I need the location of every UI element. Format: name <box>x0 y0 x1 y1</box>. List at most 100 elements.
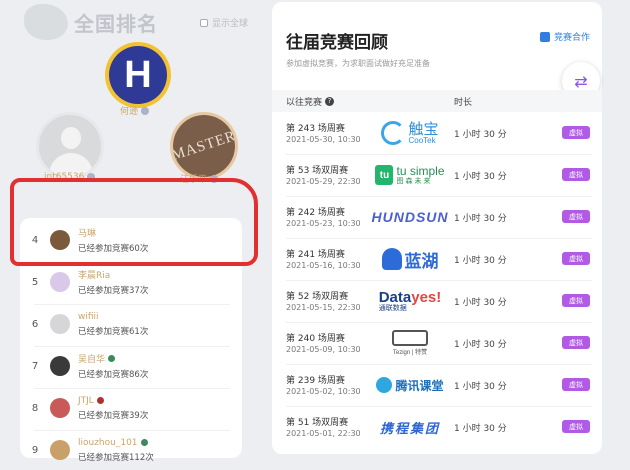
contest-date: 2021-05-02, 10:30 <box>286 387 361 396</box>
table-row[interactable]: 第 52 场双周赛 2021-05-15, 22:30 Datayes! 通联数据… <box>272 280 602 322</box>
rank-name[interactable]: JTJL <box>78 396 148 406</box>
sponsor-logo-tezign: Tezign | 特赞 <box>372 328 448 358</box>
table-row[interactable]: 第 51 场双周赛 2021-05-01, 22:30 携程集团 1 小时 30… <box>272 406 602 448</box>
contest-duration: 1 小时 30 分 <box>454 382 507 392</box>
sponsor-logo-ctrip: 携程集团 <box>379 420 440 436</box>
default-avatar-head <box>61 127 81 149</box>
avatar[interactable] <box>50 272 70 292</box>
avatar[interactable] <box>50 356 70 376</box>
contest-coop-link[interactable]: 竞赛合作 <box>539 30 590 43</box>
rank-subtitle: 已经参加竞赛86次 <box>78 370 149 380</box>
rank-subtitle: 已经参加竞赛39次 <box>78 410 149 421</box>
rank-name[interactable]: 李晨Ria <box>78 268 148 281</box>
avatar[interactable] <box>50 440 70 460</box>
contest-duration: 1 小时 30 分 <box>454 172 507 182</box>
table-row[interactable]: 第 242 场周赛 2021-05-23, 10:30 HUNDSUN 1 小时… <box>272 196 602 238</box>
virtual-badge[interactable]: 虚拟 <box>562 126 590 139</box>
list-item[interactable]: 8 JTJL 已经参加竞赛39次 <box>20 388 242 428</box>
table-row[interactable]: 第 240 场周赛 2021-05-09, 10:30 Tezign | 特赞 … <box>272 322 602 364</box>
podium-name-2[interactable]: int65536 <box>44 172 96 182</box>
contest-name[interactable]: 第 243 场周赛 <box>286 121 345 134</box>
contest-duration: 1 小时 30 分 <box>454 340 507 350</box>
table-row[interactable]: 第 53 场双周赛 2021-05-29, 22:30 tu tu simple 图… <box>272 154 602 196</box>
contest-duration: 1 小时 30 分 <box>454 130 507 140</box>
shuffle-icon: ⇄ <box>574 71 588 91</box>
contest-history-panel: 往届竞赛回顾 参加虚拟竞赛，为求职面试做好充足准备 竞赛合作 ⇄ 以往竞赛 ? … <box>272 2 602 454</box>
contest-name[interactable]: 第 241 场周赛 <box>286 247 345 260</box>
avatar[interactable] <box>50 398 70 418</box>
handshake-icon <box>539 31 550 42</box>
contest-duration: 1 小时 30 分 <box>454 298 507 308</box>
virtual-badge[interactable]: 虚拟 <box>562 336 590 349</box>
table-row[interactable]: 第 239 场周赛 2021-05-02, 10:30 腾讯课堂 1 小时 30… <box>272 364 602 406</box>
avatar[interactable] <box>50 230 70 250</box>
show-global-label: 显示全球 <box>212 19 249 29</box>
level-badge-icon <box>87 173 96 181</box>
rank-name[interactable]: 马琳 <box>78 226 148 239</box>
virtual-badge[interactable]: 虚拟 <box>562 420 590 433</box>
coop-label: 竞赛合作 <box>553 33 590 43</box>
contest-name[interactable]: 第 242 场周赛 <box>286 205 345 218</box>
column-header-contest: 以往竞赛 ? <box>286 95 335 108</box>
list-item[interactable]: 5 李晨Ria 已经参加竞赛37次 <box>20 262 242 302</box>
podium-name-1[interactable]: 何逊 <box>120 104 150 117</box>
contest-name[interactable]: 第 51 场双周赛 <box>286 415 348 428</box>
podium-avatar-3[interactable]: MASTER <box>170 112 238 180</box>
virtual-badge[interactable]: 虚拟 <box>562 378 590 391</box>
table-header: 以往竞赛 ? 时长 <box>272 90 602 112</box>
sponsor-logo-lanhu: 蓝湖 <box>372 244 448 274</box>
help-icon[interactable]: ? <box>325 96 335 106</box>
level-badge-icon <box>140 439 148 446</box>
virtual-badge[interactable]: 虚拟 <box>562 168 590 181</box>
contest-date: 2021-05-23, 10:30 <box>286 219 361 228</box>
rank-number: 8 <box>31 402 39 414</box>
table-row[interactable]: 第 241 场周赛 2021-05-16, 10:30 蓝湖 1 小时 30 分… <box>272 238 602 280</box>
podium-name-3[interactable]: 汪乐平 <box>180 172 219 185</box>
show-global-toggle[interactable]: 显示全球 <box>200 16 248 29</box>
contest-duration: 1 小时 30 分 <box>454 424 507 434</box>
contest-name[interactable]: 第 53 场双周赛 <box>286 163 348 176</box>
ranking-panel: 全国排名 显示全球 H 何逊 int65536 MASTER 汪乐平 4 马琳 … <box>0 0 262 463</box>
virtual-badge[interactable]: 虚拟 <box>562 294 590 307</box>
contest-date: 2021-05-30, 10:30 <box>286 135 361 144</box>
contest-name[interactable]: 第 52 场双周赛 <box>286 289 348 302</box>
level-badge-icon <box>96 397 104 404</box>
ranking-title: 全国排名 <box>74 12 158 36</box>
virtual-badge[interactable]: 虚拟 <box>562 210 590 223</box>
list-item[interactable]: 9 liouzhou_101 已经参加竞赛112次 <box>20 430 242 470</box>
level-badge-icon <box>141 106 150 115</box>
page-subtitle: 参加虚拟竞赛，为求职面试做好充足准备 <box>286 59 430 68</box>
rank-name[interactable]: liouzhou_101 <box>78 438 154 448</box>
avatar[interactable] <box>50 314 70 334</box>
rank-subtitle: 已经参加竞赛112次 <box>78 452 154 463</box>
sponsor-logo-hundsun: HUNDSUN <box>371 209 449 225</box>
rank-number: 9 <box>31 444 39 456</box>
podium-avatar-1[interactable]: H <box>105 42 171 108</box>
contest-name[interactable]: 第 240 场周赛 <box>286 331 345 344</box>
list-item[interactable]: 4 马琳 已经参加竞赛60次 <box>20 220 242 260</box>
virtual-badge[interactable]: 虚拟 <box>562 252 590 265</box>
checkbox-icon[interactable] <box>200 18 208 27</box>
table-row[interactable]: 第 243 场周赛 2021-05-30, 10:30 触宝 CooTek 1 小… <box>272 112 602 154</box>
contest-name[interactable]: 第 239 场周赛 <box>286 373 345 386</box>
sponsor-logo-tencent: 腾讯课堂 <box>372 370 448 400</box>
tusimple-icon: tu <box>375 165 394 185</box>
contest-date: 2021-05-16, 10:30 <box>286 261 361 270</box>
sponsor-logo-cootek: 触宝 CooTek <box>372 118 448 148</box>
avatar-letter: H <box>109 46 167 104</box>
sponsor-logo-datayes: Datayes! 通联数据 <box>378 289 442 312</box>
list-item[interactable]: 7 吴自华 已经参加竞赛86次 <box>20 346 242 386</box>
rank-name[interactable]: wifiii <box>78 312 148 322</box>
podium-name-text: int65536 <box>44 172 85 182</box>
rank-subtitle: 已经参加竞赛61次 <box>78 326 149 337</box>
rank-number: 5 <box>31 276 39 288</box>
rank-number: 6 <box>31 318 39 330</box>
list-item[interactable]: 6 wifiii 已经参加竞赛61次 <box>20 304 242 344</box>
lanhu-icon <box>381 248 402 270</box>
sponsor-logo-tusimple: tu tu simple 图森未来 <box>372 160 448 190</box>
contest-duration: 1 小时 30 分 <box>454 256 507 266</box>
podium-name-text: 何逊 <box>120 107 139 117</box>
rank-name[interactable]: 吴自华 <box>78 352 148 365</box>
podium-avatar-2[interactable] <box>36 112 104 180</box>
level-badge-icon <box>210 174 219 183</box>
